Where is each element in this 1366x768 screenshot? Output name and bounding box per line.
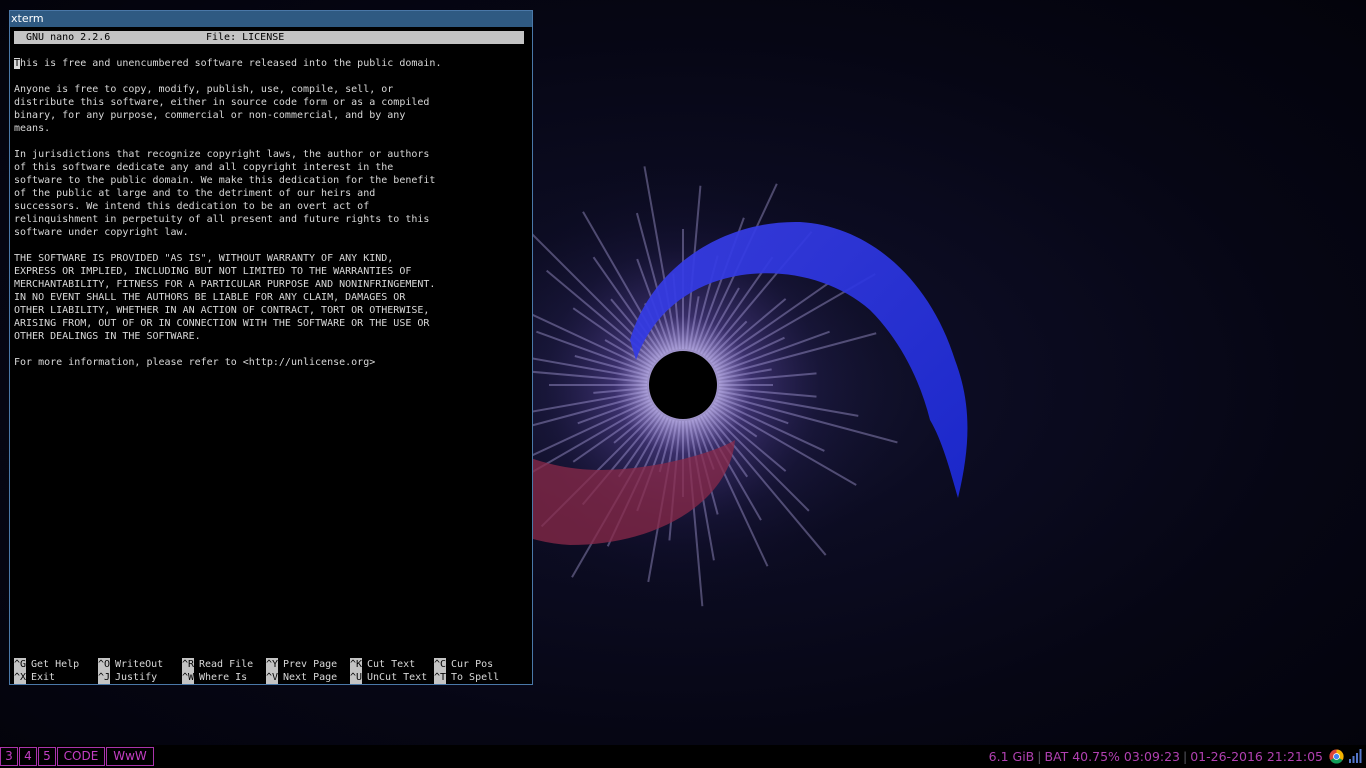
shortcut-cur-pos[interactable]: ^C Cur Pos (434, 658, 493, 671)
workspace-code[interactable]: CODE (57, 747, 105, 766)
text-line: software under copyright law. (14, 227, 189, 238)
workspace-4[interactable]: 4 (19, 747, 37, 766)
window-title: xterm (11, 12, 44, 25)
shortcut-label: Where Is (199, 672, 248, 683)
nano-editor[interactable]: GNU nano 2.2.6 File: LICENSE This is fre… (10, 27, 532, 684)
clock: 01-26-2016 21:21:05 (1190, 749, 1323, 764)
status-area: 6.1 GiB | BAT 40.75% 03:09:23 | 01-26-2016 2… (989, 748, 1323, 765)
shortcut-writeout[interactable]: ^O WriteOut (98, 658, 163, 671)
shortcut-next-page[interactable]: ^V Next Page (266, 671, 337, 684)
shortcut-key: ^X (14, 671, 27, 684)
shortcut-read-file[interactable]: ^R Read File (182, 658, 253, 671)
signal-strength-icon[interactable] (1349, 749, 1362, 763)
text-line: EXPRESS OR IMPLIED, INCLUDING BUT NOT LI… (14, 266, 412, 277)
shortcut-key: ^O (98, 658, 111, 671)
nano-header-bar: GNU nano 2.2.6 File: LICENSE (14, 31, 524, 44)
text-line: This is free and unencumbered software r… (14, 57, 528, 70)
shortcut-label: Cut Text (367, 659, 416, 670)
memory-status: 6.1 GiB (988, 749, 1035, 764)
text-line: distribute this software, either in sour… (14, 97, 430, 108)
workspace-3[interactable]: 3 (0, 747, 18, 766)
chrome-icon[interactable] (1329, 749, 1344, 764)
shortcut-key: ^Y (266, 658, 279, 671)
text-line: THE SOFTWARE IS PROVIDED "AS IS", WITHOU… (14, 253, 394, 264)
status-separator: | (1037, 749, 1042, 764)
text-line: ARISING FROM, OUT OF OR IN CONNECTION WI… (14, 318, 430, 329)
shortcut-label: Next Page (283, 672, 338, 683)
shortcut-label: Cur Pos (451, 659, 494, 670)
shortcut-key: ^T (434, 671, 447, 684)
text-line: MERCHANTABILITY, FITNESS FOR A PARTICULA… (14, 279, 436, 290)
shortcut-to-spell[interactable]: ^T To Spell (434, 671, 499, 684)
text-line: Anyone is free to copy, modify, publish,… (14, 84, 394, 95)
text-line: For more information, please refer to <h… (14, 357, 376, 368)
shortcut-label: Get Help (31, 659, 80, 670)
shortcut-justify[interactable]: ^J Justify (98, 671, 157, 684)
shortcut-key: ^K (350, 658, 363, 671)
shortcut-label: Read File (199, 659, 254, 670)
shortcut-key: ^U (350, 671, 363, 684)
shortcut-key: ^G (14, 658, 27, 671)
text-line: OTHER DEALINGS IN THE SOFTWARE. (14, 331, 201, 342)
nano-filename: File: LICENSE (206, 32, 285, 43)
text-line (14, 135, 528, 148)
text-line: binary, for any purpose, commercial or n… (14, 110, 406, 121)
text-line: In jurisdictions that recognize copyrigh… (14, 149, 430, 160)
status-separator: | (1183, 749, 1188, 764)
shortcut-label: Prev Page (283, 659, 338, 670)
text-line: means. (14, 123, 51, 134)
shortcut-get-help[interactable]: ^G Get Help (14, 658, 79, 671)
shortcut-label: WriteOut (115, 659, 164, 670)
shortcut-uncut-text[interactable]: ^U UnCut Text (350, 671, 427, 684)
shortcut-bar: ^G Get Help ^X Exit ^O WriteOut ^J Justify ^R Rea… (14, 658, 528, 684)
shortcut-label: UnCut Text (367, 672, 428, 683)
shortcut-where-is[interactable]: ^W Where Is (182, 671, 247, 684)
workspace-5[interactable]: 5 (38, 747, 56, 766)
shortcut-label: Exit (31, 672, 56, 683)
shortcut-prev-page[interactable]: ^Y Prev Page (266, 658, 337, 671)
nano-version: GNU nano 2.2.6 (26, 32, 111, 43)
shortcut-exit[interactable]: ^X Exit (14, 671, 55, 684)
text-line: IN NO EVENT SHALL THE AUTHORS BE LIABLE … (14, 292, 406, 303)
shortcut-cut-text[interactable]: ^K Cut Text (350, 658, 415, 671)
text-line (14, 343, 528, 356)
workspace-www[interactable]: WwW (106, 747, 154, 766)
xterm-window[interactable]: xterm GNU nano 2.2.6 File: LICENSE This … (9, 10, 533, 685)
shortcut-label: Justify (115, 672, 158, 683)
text-line: successors. We intend this dedication to… (14, 201, 370, 212)
window-titlebar[interactable]: xterm (10, 11, 532, 27)
shortcut-label: To Spell (451, 672, 500, 683)
text-line: relinquishment in perpetuity of all pres… (14, 214, 430, 225)
taskbar: 3 4 5 CODE WwW 6.1 GiB | BAT 40.75% 03:09:… (0, 745, 1366, 768)
editor-text-area[interactable]: This is free and unencumbered software r… (14, 57, 528, 369)
text-line: of the public at large and to the detrim… (14, 188, 376, 199)
text-line: of this software dedicate any and all co… (14, 162, 394, 173)
text-line: OTHER LIABILITY, WHETHER IN AN ACTION OF… (14, 305, 430, 316)
shortcut-key: ^W (182, 671, 195, 684)
shortcut-key: ^J (98, 671, 111, 684)
shortcut-key: ^V (266, 671, 279, 684)
text-line: software to the public domain. We make t… (14, 175, 436, 186)
battery-status: BAT 40.75% 03:09:23 (1044, 749, 1181, 764)
shortcut-key: ^C (434, 658, 447, 671)
text-line-rest: his is free and unencumbered software re… (20, 58, 442, 69)
text-line (14, 70, 528, 83)
shortcut-key: ^R (182, 658, 195, 671)
text-line (14, 239, 528, 252)
